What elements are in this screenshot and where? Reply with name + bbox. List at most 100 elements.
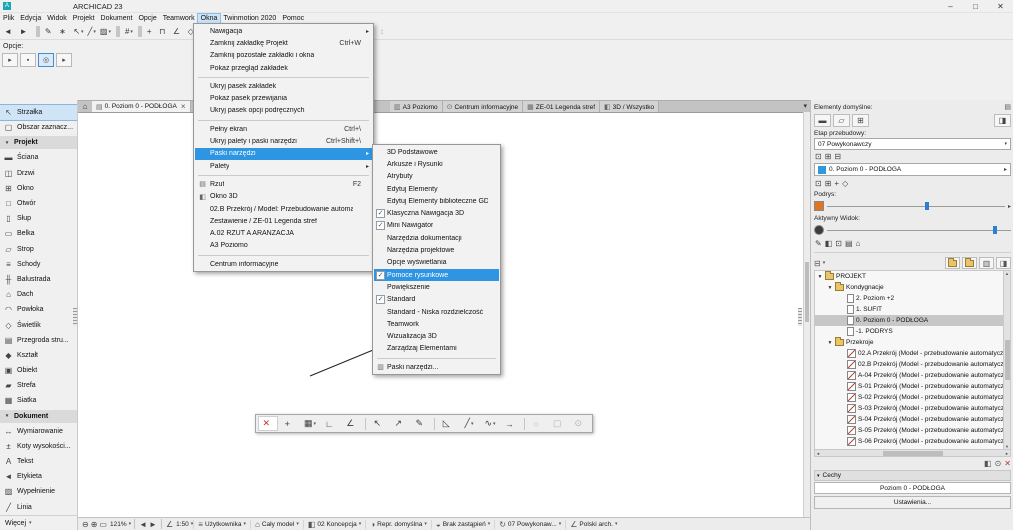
toolbox-item[interactable]: ≡ Schody <box>0 257 77 272</box>
drafting-icon[interactable]: ▾ <box>524 417 525 430</box>
panel-bottom-icon[interactable]: ◧ <box>984 459 992 468</box>
drafting-icon[interactable]: ∠ ▾ <box>342 416 362 431</box>
menu-item[interactable]: Ukryj palety i paski narzędzi Ctrl+Shift… <box>195 135 372 147</box>
toolbar-icon[interactable]: ▾ <box>115 26 120 37</box>
splitter-handle[interactable] <box>73 308 77 326</box>
menu-item[interactable]: Paski narzędzi ▸ <box>195 147 372 160</box>
maximize-icon[interactable]: □ <box>963 0 988 13</box>
toolbar-icon[interactable]: ▨ ▾ <box>98 25 113 38</box>
menubar-item[interactable]: Dokument <box>98 14 136 23</box>
menu-item[interactable]: Centrum informacyjne ▸ <box>195 258 372 270</box>
toolbox-item[interactable]: ⌂ Dach <box>0 287 77 302</box>
options-control[interactable]: ▸ <box>56 53 72 67</box>
toolbox-item[interactable]: ▱ Strop <box>0 242 77 257</box>
tree-item[interactable]: ▼ S-01 Przekrój (Model - przebudowanie a… <box>815 381 1003 392</box>
status-combo[interactable]: ◒ Brak zastąpień ▾ <box>430 519 494 529</box>
drafting-icon[interactable]: ╱ ▾ <box>459 416 479 431</box>
splitter-handle[interactable] <box>798 308 802 326</box>
zoom-icon[interactable]: ⊖ <box>81 520 90 529</box>
toolbar-icon[interactable]: ✎ ▾ <box>43 25 57 38</box>
expand-arrow-icon[interactable]: ▼ <box>827 340 833 346</box>
panel-bottom-icon[interactable]: ⊙ <box>995 459 1002 468</box>
zoom-icon[interactable]: ▭ <box>98 520 108 529</box>
menubar-item[interactable]: Projekt <box>70 14 98 23</box>
toolbox-item[interactable]: ╱ Linia <box>0 500 77 515</box>
canvas-scrollbar[interactable] <box>803 112 810 517</box>
toolbox-item[interactable]: ◄ Etykieta <box>0 469 77 484</box>
submenu-item[interactable]: ✓ 3D Podstawowe ▸ <box>374 146 499 158</box>
active-view-swatch[interactable] <box>814 225 824 235</box>
zoom-icon[interactable]: ⊕ <box>90 520 99 529</box>
toolbox-item[interactable]: ▣ Obiekt <box>0 363 77 378</box>
settings-panel-icon[interactable]: ◨ <box>994 113 1011 127</box>
tree-item[interactable]: ▼ PROJEKT <box>815 271 1003 282</box>
toolbox-item[interactable]: ▨ Wypełnienie <box>0 484 77 499</box>
underlay-slider[interactable] <box>827 201 1005 211</box>
navigator-map-icon[interactable]: ▥ <box>979 257 994 269</box>
menu-item[interactable]: Pokaż pasek przewijania ▸ <box>195 92 372 104</box>
submenu-item[interactable]: ✓ Edytuj Elementy biblioteczne GDL ▸ <box>374 195 499 207</box>
menubar-item[interactable]: Opcje <box>135 14 159 23</box>
toolbox-item[interactable]: ▭ Belka <box>0 226 77 241</box>
toolbox-item[interactable]: ▯ Słup <box>0 211 77 226</box>
toolbar-icon[interactable]: ∗ ▾ <box>57 25 71 38</box>
menubar-item[interactable]: Edycja <box>17 14 44 23</box>
menubar-item[interactable]: Twinmotion 2020 <box>220 14 279 23</box>
close-icon[interactable]: ✕ <box>988 0 1013 13</box>
tree-item[interactable]: ▼ -1. PODRYS <box>815 326 1003 337</box>
tree-item[interactable]: ▼ 0. Poziom 0 - PODŁOGA <box>815 315 1003 326</box>
project-chooser-icon[interactable]: ⊟ <box>814 259 821 268</box>
menu-item[interactable]: ◧ Okno 3D ▸ <box>195 191 372 203</box>
options-control[interactable]: ▪ <box>20 53 36 67</box>
menu-item[interactable]: Ukryj pasek zakładek ▸ <box>195 80 372 92</box>
expand-arrow-icon[interactable]: ▼ <box>817 274 823 280</box>
scroll-left-icon[interactable]: ◄ <box>816 451 820 456</box>
navigator-map-icon[interactable]: ◨ <box>996 257 1011 269</box>
drafting-icon[interactable]: ✎ ▾ <box>411 416 431 431</box>
status-combo[interactable]: ≡ Użytkownika ▾ <box>193 519 250 529</box>
toolbox-item[interactable]: ◠ Powłoka <box>0 302 77 317</box>
menu-item[interactable]: A.02 RZUT A ARANŻACJA ▸ <box>195 227 372 239</box>
menubar-item[interactable]: Widok <box>44 14 69 23</box>
tab-close-icon[interactable]: × <box>181 102 186 111</box>
toolbox-item[interactable]: A Tekst <box>0 454 77 469</box>
story-control-icon[interactable]: ⊞ <box>825 152 832 161</box>
toolbox-item[interactable]: ◇ Świetlik <box>0 317 77 332</box>
toolbar-icon[interactable]: ↖ ▾ <box>71 25 85 38</box>
menu-item[interactable]: ▤ Rzut F2 ▸ <box>195 178 372 190</box>
submenu-item[interactable]: ✓ Mini Nawigator ▸ <box>374 220 499 232</box>
menu-item[interactable]: 02.B Przekrój / Model: Przebudowanie aut… <box>195 203 372 215</box>
navigator-map-icon[interactable] <box>945 257 960 269</box>
toolbox-more[interactable]: Więcej ▾ <box>0 515 78 530</box>
view-control-icon[interactable]: ◇ <box>842 179 848 188</box>
submenu-item[interactable]: ✓ Zarządzaj Elementami ▸ <box>374 343 499 355</box>
toolbox-item[interactable]: ◫ Drzwi <box>0 166 77 181</box>
tree-item[interactable]: ▼ S-04 Przekrój (Model - przebudowanie a… <box>815 414 1003 425</box>
panel-flyout-icon[interactable]: ▤ <box>1004 103 1011 111</box>
drafting-icon[interactable]: ↖ ▾ <box>369 416 389 431</box>
toolbar-icon[interactable]: ↕ ▾ <box>378 25 390 38</box>
navigator-map-icon[interactable] <box>962 257 977 269</box>
current-story-selector[interactable]: 0. Poziom 0 - PODŁOGA ▸ <box>814 163 1011 176</box>
drafting-icon[interactable]: ⊙ ▾ <box>570 416 590 431</box>
tab[interactable]: ▤ 0. Poziom 0 - PODŁOGA × <box>92 101 191 112</box>
menu-item[interactable]: Ukryj pasek opcji podręcznych ▸ <box>195 105 372 117</box>
toolbar-icon[interactable]: ∠ ▾ <box>171 25 186 38</box>
view-nav-icon[interactable]: ◄ <box>138 520 148 529</box>
options-control[interactable]: ◎ <box>38 53 54 67</box>
drafting-icon[interactable]: ◺ ▾ <box>438 416 458 431</box>
view-nav-icon[interactable]: ► <box>148 520 158 529</box>
scale-value[interactable]: 1:50 <box>174 521 191 528</box>
panel-tool-icon[interactable]: ▤ <box>845 239 853 248</box>
underlay-color-swatch[interactable] <box>814 201 824 211</box>
tree-item[interactable]: ▼ 1. SUFIT <box>815 304 1003 315</box>
menu-item[interactable]: Zestawienie / ZE-01 Legenda stref ▸ <box>195 215 372 227</box>
favorite-icon[interactable]: ▱ <box>833 113 850 127</box>
tree-item[interactable]: ▼ 02.B Przekrój (Model - przebudowanie a… <box>815 359 1003 370</box>
scroll-right-icon[interactable]: ► <box>1005 451 1009 456</box>
view-control-icon[interactable]: ⊡ <box>815 179 822 188</box>
submenu-item[interactable]: ✓ Klasyczna Nawigacja 3D ▸ <box>374 207 499 219</box>
panel-tool-icon[interactable]: ✎ <box>815 239 822 248</box>
menubar-item[interactable]: Teamwork <box>160 14 198 23</box>
toolbar-icon[interactable]: ► ▾ <box>17 25 32 38</box>
